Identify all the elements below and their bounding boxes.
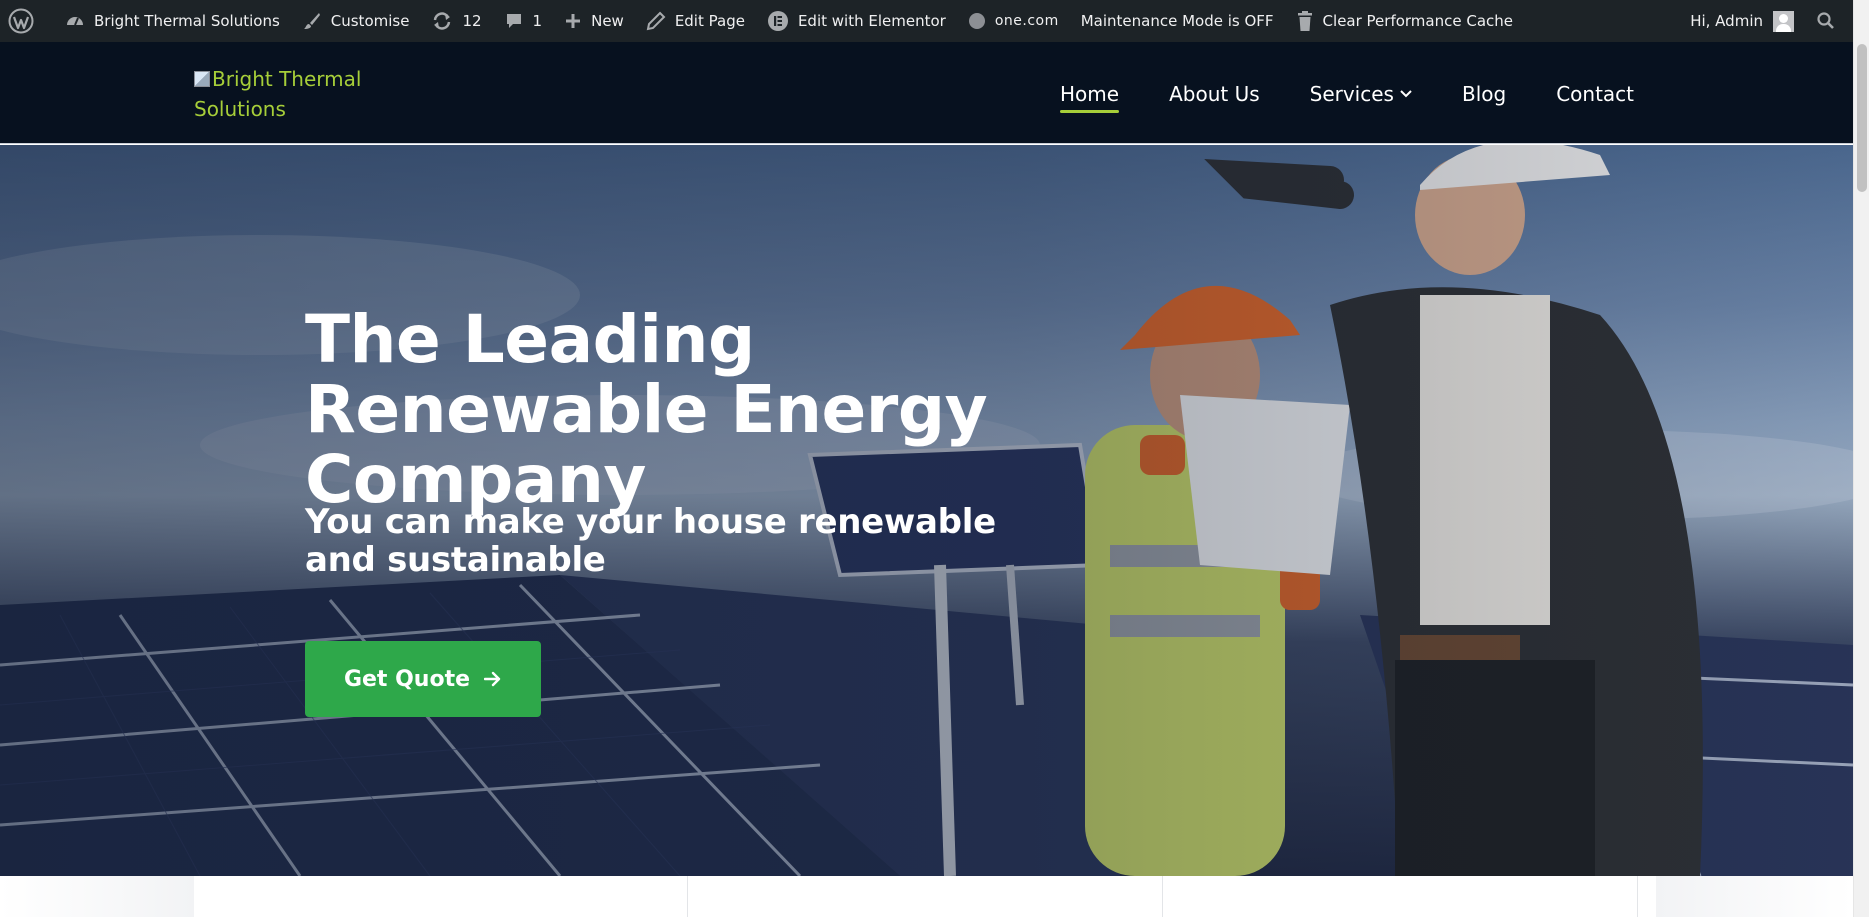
get-quote-button[interactable]: Get Quote bbox=[305, 641, 541, 717]
comment-icon bbox=[506, 14, 521, 28]
strip-fade-right bbox=[1656, 876, 1853, 917]
hero-subtitle: You can make your house renewable and su… bbox=[305, 502, 996, 580]
elementor-icon bbox=[767, 11, 788, 31]
nav-item-contact[interactable]: Contact bbox=[1556, 79, 1634, 109]
nav-about-label: About Us bbox=[1169, 82, 1260, 106]
edit-page-label: Edit Page bbox=[674, 12, 745, 30]
my-account-link[interactable]: Hi, Admin bbox=[1679, 0, 1805, 42]
clear-cache-label: Clear Performance Cache bbox=[1322, 12, 1514, 30]
site-logo[interactable]: Bright Thermal Solutions bbox=[194, 64, 374, 124]
onecom-label: one.com bbox=[994, 13, 1059, 29]
edit-page-link[interactable]: Edit Page bbox=[635, 0, 756, 42]
nav-services-label: Services bbox=[1309, 82, 1394, 106]
maintenance-label: Maintenance Mode is OFF bbox=[1080, 12, 1274, 30]
site-header: Bright Thermal Solutions Home About Us S… bbox=[0, 42, 1853, 144]
pencil-icon bbox=[646, 11, 666, 31]
main-navigation: Home About Us Services Blog Contact bbox=[1060, 79, 1634, 113]
plus-icon bbox=[566, 14, 581, 28]
comments-count: 1 bbox=[532, 12, 543, 30]
nav-contact-label: Contact bbox=[1556, 82, 1634, 106]
maintenance-mode-link[interactable]: Maintenance Mode is OFF bbox=[1070, 0, 1285, 42]
admin-search-button[interactable] bbox=[1805, 0, 1853, 42]
site-name-link[interactable]: Bright Thermal Solutions bbox=[54, 0, 291, 42]
arrow-right-icon bbox=[484, 671, 501, 687]
strip-fade-left bbox=[0, 876, 194, 917]
customise-link[interactable]: Customise bbox=[291, 0, 421, 42]
onecom-link[interactable]: one.com bbox=[957, 0, 1070, 42]
elementor-link[interactable]: Edit with Elementor bbox=[756, 0, 957, 42]
new-label: New bbox=[591, 12, 624, 30]
broken-image-icon bbox=[194, 71, 210, 87]
strip-divider bbox=[687, 876, 688, 917]
wp-logo-button[interactable] bbox=[0, 0, 54, 42]
trash-icon bbox=[1297, 11, 1312, 31]
customise-label: Customise bbox=[330, 12, 410, 30]
paintbrush-icon bbox=[303, 13, 320, 29]
elementor-label: Edit with Elementor bbox=[797, 12, 946, 30]
hero-title: The Leading Renewable Energy Company bbox=[305, 301, 988, 518]
nav-item-services[interactable]: Services bbox=[1310, 79, 1412, 109]
comments-link[interactable]: 1 bbox=[493, 0, 554, 42]
nav-item-home[interactable]: Home bbox=[1060, 79, 1120, 113]
nav-home-label: Home bbox=[1060, 82, 1120, 106]
update-icon bbox=[434, 12, 451, 30]
get-quote-label: Get Quote bbox=[343, 666, 471, 692]
search-icon bbox=[1817, 12, 1834, 29]
hero-section: The Leading Renewable Energy Company You… bbox=[0, 145, 1853, 876]
features-strip bbox=[0, 876, 1853, 917]
strip-divider bbox=[1162, 876, 1163, 917]
greeting-label: Hi, Admin bbox=[1690, 12, 1763, 30]
chevron-down-icon bbox=[1400, 90, 1412, 98]
nav-item-blog[interactable]: Blog bbox=[1462, 79, 1506, 109]
wordpress-logo-icon bbox=[8, 8, 34, 34]
admin-bar-secondary: Hi, Admin bbox=[1679, 0, 1853, 42]
admin-bar: Bright Thermal Solutions Customise 12 1 … bbox=[0, 0, 1853, 42]
strip-divider bbox=[1637, 876, 1638, 917]
clear-cache-link[interactable]: Clear Performance Cache bbox=[1285, 0, 1524, 42]
logo-alt-text: Bright Thermal Solutions bbox=[194, 67, 362, 121]
nav-item-about-us[interactable]: About Us bbox=[1169, 79, 1260, 109]
new-content-link[interactable]: New bbox=[553, 0, 635, 42]
page-scrollbar[interactable] bbox=[1853, 0, 1869, 917]
onecom-dot-icon bbox=[968, 13, 985, 29]
site-name-label: Bright Thermal Solutions bbox=[94, 12, 280, 30]
dashboard-icon bbox=[67, 17, 83, 26]
updates-link[interactable]: 12 bbox=[420, 0, 492, 42]
scrollbar-thumb[interactable] bbox=[1857, 44, 1867, 192]
avatar bbox=[1773, 10, 1794, 32]
nav-blog-label: Blog bbox=[1461, 82, 1507, 106]
updates-count: 12 bbox=[462, 12, 482, 30]
